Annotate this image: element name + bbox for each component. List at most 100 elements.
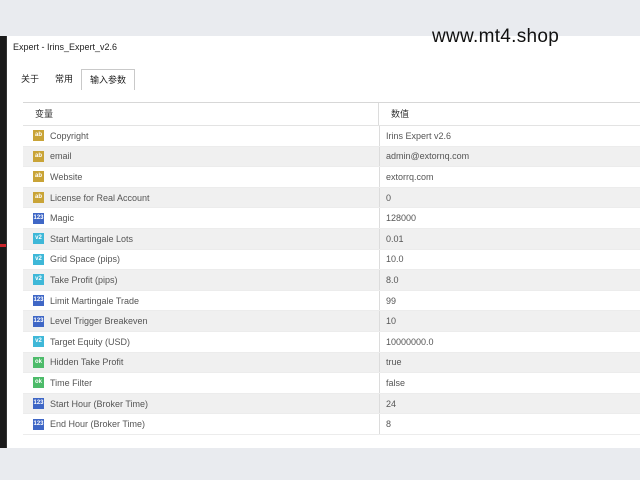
param-value[interactable]: true	[386, 357, 402, 367]
param-name-cell: 123 Start Hour (Broker Time)	[23, 393, 380, 414]
double-type-icon: v2	[33, 336, 44, 348]
table-header: 变量 数值	[23, 103, 640, 126]
column-header-value[interactable]: 数值	[379, 103, 640, 125]
param-name: End Hour (Broker Time)	[50, 419, 146, 430]
param-value[interactable]: 10	[386, 316, 396, 326]
param-value[interactable]: 10.0	[386, 254, 404, 264]
param-value-cell[interactable]: 128000	[380, 208, 640, 228]
param-value-cell[interactable]: 10.0	[380, 250, 640, 270]
param-name-cell: v2 Grid Space (pips)	[23, 249, 380, 270]
param-name-cell: ok Time Filter	[23, 373, 380, 393]
tab-bar: 关于 常用 输入参数	[7, 69, 136, 90]
param-name-cell: v2 Take Profit (pips)	[23, 270, 380, 290]
expert-properties-window: Expert - Irins_Expert_v2.6 关于 常用 输入参数 变量…	[6, 36, 640, 448]
table-body: ab Copyright Irins Expert v2.6 ab email admin…	[23, 126, 640, 435]
param-name: Start Hour (Broker Time)	[50, 398, 149, 409]
int-type-icon: 123	[33, 398, 44, 410]
table-row[interactable]: ab License for Real Account 0	[23, 187, 640, 209]
param-value-cell[interactable]: true	[380, 353, 640, 373]
param-value[interactable]: 99	[386, 296, 396, 306]
table-row[interactable]: 123 Start Hour (Broker Time) 24	[23, 393, 640, 415]
param-name: Magic	[50, 213, 75, 224]
string-type-icon: ab	[33, 130, 44, 142]
watermark-text: www.mt4.shop	[432, 26, 560, 47]
param-name: Copyright	[50, 130, 89, 141]
table-row[interactable]: ok Hidden Take Profit true	[23, 352, 640, 374]
param-name-cell: ab email	[23, 146, 380, 167]
table-row[interactable]: 123 Magic 128000	[23, 208, 640, 229]
param-value-cell[interactable]: extorrq.com	[380, 167, 640, 187]
param-value-cell[interactable]: 0	[380, 188, 640, 208]
param-name: Website	[50, 171, 83, 182]
param-value-cell[interactable]: admin@extornq.com	[380, 147, 640, 167]
param-value-cell[interactable]: 8	[380, 414, 640, 434]
param-name-cell: ok Hidden Take Profit	[23, 352, 380, 373]
param-value-cell[interactable]: 8.0	[380, 270, 640, 290]
param-name: Grid Space (pips)	[50, 254, 121, 265]
table-row[interactable]: v2 Start Martingale Lots 0.01	[23, 228, 640, 250]
string-type-icon: ab	[33, 171, 44, 183]
table-row[interactable]: 123 End Hour (Broker Time) 8	[23, 414, 640, 435]
param-name-cell: 123 Limit Martingale Trade	[23, 290, 380, 311]
param-value-cell[interactable]: 10000000.0	[380, 332, 640, 352]
param-name: Hidden Take Profit	[50, 357, 124, 368]
table-row[interactable]: ok Time Filter false	[23, 373, 640, 394]
tab-common[interactable]: 常用	[47, 69, 81, 89]
int-type-icon: 123	[33, 212, 44, 224]
param-name-cell: 123 Magic	[23, 208, 380, 228]
table-row[interactable]: v2 Target Equity (USD) 10000000.0	[23, 331, 640, 353]
param-value-cell[interactable]: 10	[380, 311, 640, 331]
param-value-cell[interactable]: 0.01	[380, 229, 640, 249]
table-row[interactable]: ab Website extorrq.com	[23, 167, 640, 188]
string-type-icon: ab	[33, 192, 44, 204]
double-type-icon: v2	[33, 253, 44, 265]
param-name: Time Filter	[50, 377, 93, 388]
table-row[interactable]: 123 Limit Martingale Trade 99	[23, 290, 640, 312]
param-name-cell: ab License for Real Account	[23, 187, 380, 208]
double-type-icon: v2	[33, 233, 44, 245]
param-name: Limit Martingale Trade	[50, 295, 140, 306]
tab-inputs[interactable]: 输入参数	[81, 69, 136, 90]
inputs-table: 变量 数值 ab Copyright Irins Expert v2.6 ab emai…	[23, 102, 640, 449]
param-value-cell[interactable]: 24	[380, 394, 640, 414]
param-value-cell[interactable]: false	[380, 373, 640, 393]
param-value[interactable]: false	[386, 378, 405, 388]
bottom-band	[0, 448, 640, 480]
param-name: Take Profit (pips)	[50, 274, 118, 285]
param-name-cell: 123 End Hour (Broker Time)	[23, 414, 380, 434]
bool-type-icon: ok	[33, 356, 44, 368]
param-name-cell: v2 Target Equity (USD)	[23, 331, 380, 352]
table-row[interactable]: ab email admin@extornq.com	[23, 146, 640, 168]
param-value[interactable]: 0.01	[386, 234, 404, 244]
table-row[interactable]: v2 Grid Space (pips) 10.0	[23, 249, 640, 271]
param-value-cell[interactable]: Irins Expert v2.6	[380, 126, 640, 146]
param-name: Start Martingale Lots	[50, 233, 134, 244]
param-value[interactable]: admin@extornq.com	[386, 151, 469, 161]
int-type-icon: 123	[33, 418, 44, 430]
param-name-cell: v2 Start Martingale Lots	[23, 228, 380, 249]
string-type-icon: ab	[33, 150, 44, 162]
param-value[interactable]: extorrq.com	[386, 172, 434, 182]
double-type-icon: v2	[33, 274, 44, 286]
column-header-variable[interactable]: 变量	[23, 103, 379, 125]
table-row[interactable]: v2 Take Profit (pips) 8.0	[23, 270, 640, 291]
int-type-icon: 123	[33, 295, 44, 307]
param-value[interactable]: 0	[386, 193, 391, 203]
param-value[interactable]: Irins Expert v2.6	[386, 131, 451, 141]
table-row[interactable]: 123 Level Trigger Breakeven 10	[23, 311, 640, 332]
param-value[interactable]: 128000	[386, 213, 416, 223]
param-value[interactable]: 8	[386, 419, 391, 429]
param-name-cell: ab Copyright	[23, 126, 380, 146]
param-name: email	[50, 151, 72, 162]
param-name: Level Trigger Breakeven	[50, 316, 148, 327]
param-value[interactable]: 8.0	[386, 275, 399, 285]
param-value-cell[interactable]: 99	[380, 291, 640, 311]
tab-about[interactable]: 关于	[13, 69, 47, 89]
table-row[interactable]: ab Copyright Irins Expert v2.6	[23, 126, 640, 147]
bool-type-icon: ok	[33, 377, 44, 389]
param-value[interactable]: 10000000.0	[386, 337, 434, 347]
param-name: Target Equity (USD)	[50, 336, 131, 347]
param-name: License for Real Account	[50, 192, 150, 203]
param-value[interactable]: 24	[386, 399, 396, 409]
int-type-icon: 123	[33, 315, 44, 327]
